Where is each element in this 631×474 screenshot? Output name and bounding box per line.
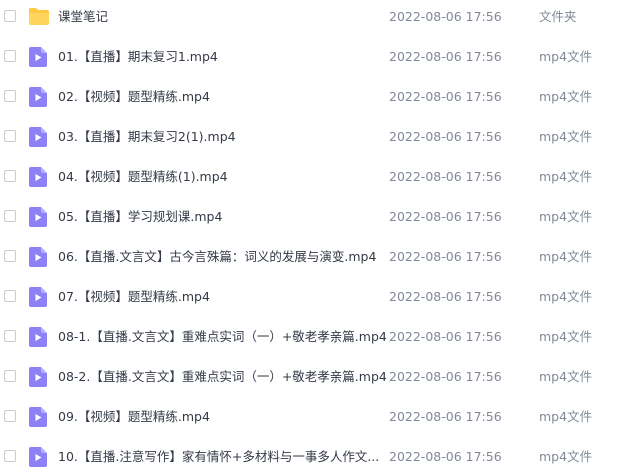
file-type: mp4文件 bbox=[539, 249, 593, 264]
modified-date: 2022-08-06 17:56 bbox=[389, 9, 502, 24]
row-checkbox[interactable] bbox=[4, 10, 16, 22]
video-file-icon bbox=[29, 207, 47, 227]
list-item[interactable]: 08-2.【直播.文言文】重难点实词（一）+敬老孝亲篇.mp4 2022-08-… bbox=[0, 360, 631, 394]
file-type: mp4文件 bbox=[539, 329, 593, 344]
video-file-icon bbox=[29, 367, 47, 387]
row-checkbox[interactable] bbox=[4, 370, 16, 382]
file-type: mp4文件 bbox=[539, 89, 593, 104]
list-item[interactable]: 09.【视频】题型精练.mp4 2022-08-06 17:56 mp4文件 bbox=[0, 400, 631, 434]
list-item[interactable]: 07.【视频】题型精练.mp4 2022-08-06 17:56 mp4文件 bbox=[0, 280, 631, 314]
video-file-icon bbox=[29, 87, 47, 107]
video-file-icon bbox=[29, 247, 47, 267]
row-checkbox[interactable] bbox=[4, 50, 16, 62]
file-name[interactable]: 07.【视频】题型精练.mp4 bbox=[58, 288, 210, 306]
file-type: mp4文件 bbox=[539, 449, 593, 464]
file-type: mp4文件 bbox=[539, 209, 593, 224]
modified-date: 2022-08-06 17:56 bbox=[389, 409, 502, 424]
modified-date: 2022-08-06 17:56 bbox=[389, 329, 502, 344]
file-name[interactable]: 04.【视频】题型精练(1).mp4 bbox=[58, 168, 228, 186]
row-checkbox[interactable] bbox=[4, 290, 16, 302]
row-checkbox[interactable] bbox=[4, 450, 16, 462]
list-item[interactable]: 10.【直播.注意写作】家有情怀+多材料与一事多人作文... 2022-08-0… bbox=[0, 440, 631, 474]
row-checkbox[interactable] bbox=[4, 210, 16, 222]
list-item[interactable]: 08-1.【直播.文言文】重难点实词（一）+敬老孝亲篇.mp4 2022-08-… bbox=[0, 320, 631, 354]
file-name[interactable]: 06.【直播.文言文】古今言殊篇：词义的发展与演变.mp4 bbox=[58, 248, 376, 266]
row-checkbox[interactable] bbox=[4, 250, 16, 262]
modified-date: 2022-08-06 17:56 bbox=[389, 209, 502, 224]
file-name[interactable]: 03.【直播】期末复习2(1).mp4 bbox=[58, 128, 236, 146]
file-type: mp4文件 bbox=[539, 49, 593, 64]
file-name[interactable]: 10.【直播.注意写作】家有情怀+多材料与一事多人作文... bbox=[58, 448, 379, 466]
video-file-icon bbox=[29, 327, 47, 347]
row-checkbox[interactable] bbox=[4, 170, 16, 182]
list-item[interactable]: 03.【直播】期末复习2(1).mp4 2022-08-06 17:56 mp4… bbox=[0, 120, 631, 154]
file-type: mp4文件 bbox=[539, 169, 593, 184]
file-type: mp4文件 bbox=[539, 409, 593, 424]
folder-icon bbox=[29, 7, 49, 27]
modified-date: 2022-08-06 17:56 bbox=[389, 49, 502, 64]
video-file-icon bbox=[29, 47, 47, 67]
file-name[interactable]: 01.【直播】期末复习1.mp4 bbox=[58, 48, 218, 66]
list-item[interactable]: 02.【视频】题型精练.mp4 2022-08-06 17:56 mp4文件 bbox=[0, 80, 631, 114]
modified-date: 2022-08-06 17:56 bbox=[389, 89, 502, 104]
file-name[interactable]: 08-2.【直播.文言文】重难点实词（一）+敬老孝亲篇.mp4 bbox=[58, 368, 387, 386]
modified-date: 2022-08-06 17:56 bbox=[389, 169, 502, 184]
file-list: 课堂笔记 2022-08-06 17:56 文件夹 01.【直播】期末复习1.m… bbox=[0, 0, 631, 474]
row-checkbox[interactable] bbox=[4, 330, 16, 342]
file-type: mp4文件 bbox=[539, 369, 593, 384]
file-type: mp4文件 bbox=[539, 129, 593, 144]
row-checkbox[interactable] bbox=[4, 130, 16, 142]
list-item[interactable]: 01.【直播】期末复习1.mp4 2022-08-06 17:56 mp4文件 bbox=[0, 40, 631, 74]
file-type: mp4文件 bbox=[539, 289, 593, 304]
video-file-icon bbox=[29, 167, 47, 187]
file-name[interactable]: 09.【视频】题型精练.mp4 bbox=[58, 408, 210, 426]
list-item[interactable]: 04.【视频】题型精练(1).mp4 2022-08-06 17:56 mp4文… bbox=[0, 160, 631, 194]
modified-date: 2022-08-06 17:56 bbox=[389, 249, 502, 264]
file-type: 文件夹 bbox=[539, 9, 577, 24]
row-checkbox[interactable] bbox=[4, 410, 16, 422]
list-item[interactable]: 06.【直播.文言文】古今言殊篇：词义的发展与演变.mp4 2022-08-06… bbox=[0, 240, 631, 274]
list-item[interactable]: 课堂笔记 2022-08-06 17:56 文件夹 bbox=[0, 0, 631, 34]
file-name[interactable]: 05.【直播】学习规划课.mp4 bbox=[58, 208, 222, 226]
video-file-icon bbox=[29, 127, 47, 147]
file-name[interactable]: 08-1.【直播.文言文】重难点实词（一）+敬老孝亲篇.mp4 bbox=[58, 328, 387, 346]
modified-date: 2022-08-06 17:56 bbox=[389, 449, 502, 464]
row-checkbox[interactable] bbox=[4, 90, 16, 102]
video-file-icon bbox=[29, 287, 47, 307]
video-file-icon bbox=[29, 407, 47, 427]
video-file-icon bbox=[29, 447, 47, 467]
modified-date: 2022-08-06 17:56 bbox=[389, 369, 502, 384]
file-name[interactable]: 课堂笔记 bbox=[58, 8, 108, 26]
modified-date: 2022-08-06 17:56 bbox=[389, 289, 502, 304]
file-name[interactable]: 02.【视频】题型精练.mp4 bbox=[58, 88, 210, 106]
list-item[interactable]: 05.【直播】学习规划课.mp4 2022-08-06 17:56 mp4文件 bbox=[0, 200, 631, 234]
modified-date: 2022-08-06 17:56 bbox=[389, 129, 502, 144]
